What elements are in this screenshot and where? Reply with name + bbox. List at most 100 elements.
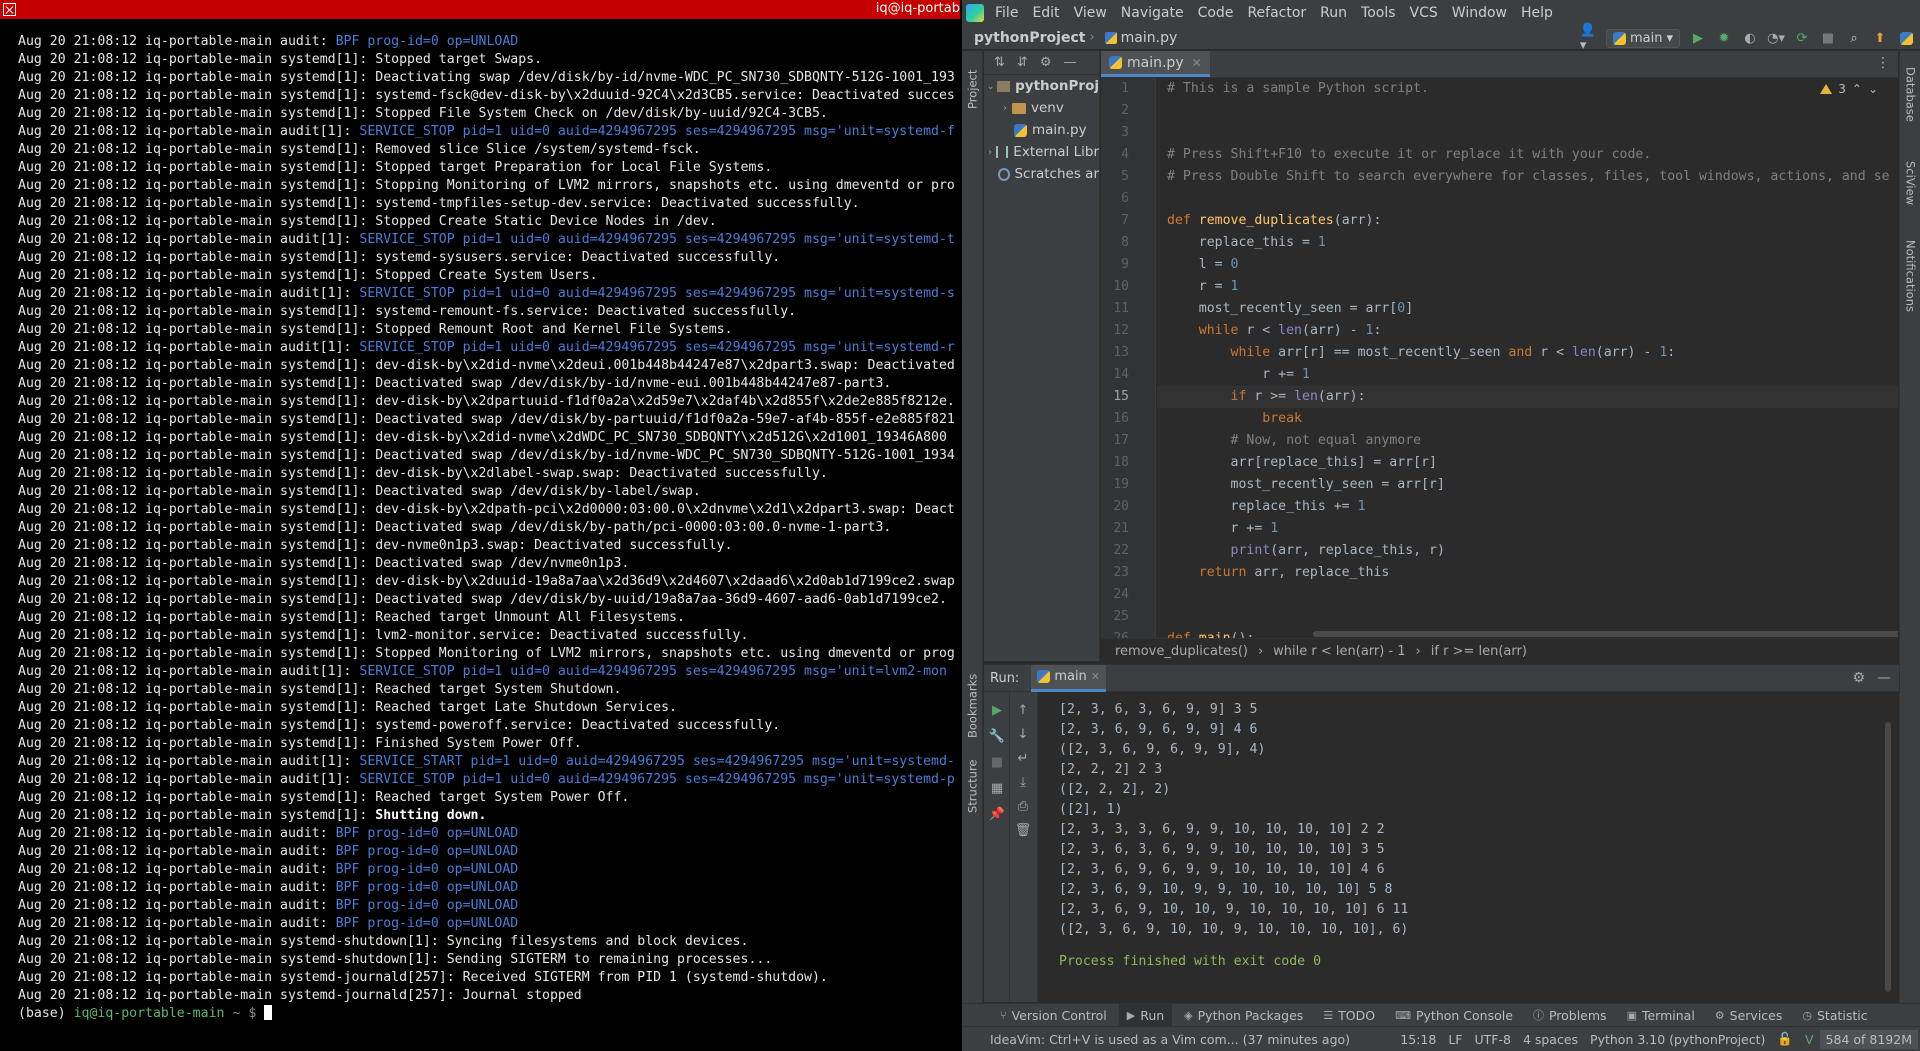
code-line[interactable]: while arr[r] == most_recently_seen and r… — [1157, 342, 1898, 364]
menu-item-tools[interactable]: Tools — [1354, 5, 1403, 21]
breadcrumb-item[interactable]: while r < len(arr) - 1 — [1273, 644, 1405, 659]
menu-item-help[interactable]: Help — [1514, 5, 1560, 21]
search-icon[interactable]: ⌕ — [1846, 30, 1862, 46]
file-encoding[interactable]: UTF-8 — [1468, 1032, 1516, 1047]
menu-item-file[interactable]: File — [988, 5, 1025, 21]
line-number[interactable]: 23 — [1101, 562, 1155, 584]
stripe-tab-sciview[interactable]: SciView — [1901, 146, 1920, 221]
line-number[interactable]: 7 — [1101, 210, 1155, 232]
code-line[interactable]: replace_this += 1 — [1157, 496, 1898, 518]
tree-root[interactable]: ⌄ pythonProj — [984, 75, 1099, 97]
code-line[interactable]: break — [1157, 408, 1898, 430]
code-line[interactable] — [1157, 122, 1898, 144]
code-line[interactable]: def remove_duplicates(arr): — [1157, 210, 1898, 232]
terminal-prompt[interactable]: (base) iq@iq-portable-main ~ $ — [18, 1005, 960, 1023]
code-line[interactable] — [1157, 606, 1898, 628]
debug-icon[interactable]: ✹ — [1716, 30, 1732, 46]
scroll-to-end-icon[interactable]: ⤓ — [1015, 774, 1031, 790]
run-icon[interactable]: ▶ — [1690, 30, 1706, 46]
layout-icon[interactable]: ▦ — [989, 780, 1005, 796]
code-line[interactable]: # Press Double Shift to search everywher… — [1157, 166, 1898, 188]
line-number[interactable]: 17 — [1101, 430, 1155, 452]
close-icon[interactable]: ✕ — [1192, 56, 1202, 70]
line-number[interactable]: 12 — [1101, 320, 1155, 342]
ide-window[interactable]: File Edit View Navigate Code Refactor Run Tools… — [962, 0, 1920, 1051]
run-console[interactable]: [2, 3, 6, 3, 6, 9, 9] 3 5 [2, 3, 6, 9, 6,… — [1039, 692, 1899, 1002]
user-icon[interactable]: 👤▾ — [1580, 23, 1596, 53]
line-number[interactable]: 16 — [1101, 408, 1155, 430]
line-number[interactable]: 21 — [1101, 518, 1155, 540]
tool-tab-run[interactable]: ▶ Run — [1118, 1004, 1173, 1026]
line-number[interactable]: 3 — [1101, 122, 1155, 144]
tree-item-external-libs[interactable]: › External Libr — [984, 141, 1099, 163]
indent-setting[interactable]: 4 spaces — [1517, 1032, 1584, 1047]
terminal-output[interactable]: Aug 20 21:08:12 iq-portable-main audit: … — [18, 33, 960, 1023]
menu-item-refactor[interactable]: Refactor — [1240, 5, 1313, 21]
line-number[interactable]: 11 — [1101, 298, 1155, 320]
menu-item-view[interactable]: View — [1067, 5, 1114, 21]
menu-item-code[interactable]: Code — [1191, 5, 1241, 21]
chevron-up-icon[interactable]: ⌃ — [1852, 82, 1862, 96]
code-line[interactable]: if r >= len(arr): — [1157, 386, 1898, 408]
gear-icon[interactable]: ⚙ — [1040, 55, 1052, 70]
line-number[interactable]: 4 — [1101, 144, 1155, 166]
code-line[interactable]: replace_this = 1 — [1157, 232, 1898, 254]
menu-item-edit[interactable]: Edit — [1025, 5, 1066, 21]
jetbrains-icon[interactable] — [1898, 30, 1914, 46]
line-number[interactable]: 1 — [1101, 78, 1155, 100]
code-line[interactable]: while r < len(arr) - 1: — [1157, 320, 1898, 342]
tool-tab-terminal[interactable]: ▣ Terminal — [1619, 1004, 1703, 1026]
rerun-icon[interactable]: ▶ — [989, 702, 1005, 718]
line-number[interactable]: 14 — [1101, 364, 1155, 386]
code-line[interactable]: most_recently_seen = arr[r] — [1157, 474, 1898, 496]
coverage-icon[interactable]: ◐ — [1742, 30, 1758, 46]
horizontal-scrollbar[interactable] — [1313, 631, 1898, 637]
line-number[interactable]: 6 — [1101, 188, 1155, 210]
tool-tab-version-control[interactable]: ⑂ Version Control — [992, 1004, 1115, 1026]
minimize-icon[interactable]: — — [1063, 55, 1076, 70]
minimize-icon[interactable]: — — [1877, 670, 1891, 686]
line-number[interactable]: 24 — [1101, 584, 1155, 606]
tool-tab-todo[interactable]: ☰ TODO — [1315, 1004, 1383, 1026]
code-line[interactable]: return arr, replace_this — [1157, 562, 1898, 584]
code-line[interactable]: r += 1 — [1157, 518, 1898, 540]
menu-item-window[interactable]: Window — [1445, 5, 1514, 21]
tool-tab-problems[interactable]: ⓘ Problems — [1525, 1004, 1615, 1026]
print-icon[interactable]: ⎙ — [1015, 798, 1031, 814]
line-number[interactable]: 20 — [1101, 496, 1155, 518]
code-line[interactable]: arr[replace_this] = arr[r] — [1157, 452, 1898, 474]
status-message[interactable]: IdeaVim: Ctrl+V is used as a Vim com... … — [962, 1032, 1394, 1047]
collapse-icon[interactable]: ⇵ — [1017, 55, 1028, 70]
project-panel[interactable]: ⇅ ⇵ ⚙ — ⌄ pythonProj › venv main.py › Ex… — [984, 51, 1100, 661]
menu-item-navigate[interactable]: Navigate — [1114, 5, 1191, 21]
wrench-icon[interactable]: 🔧 — [989, 728, 1005, 744]
line-number[interactable]: 25 — [1101, 606, 1155, 628]
update-icon[interactable]: ⬆ — [1872, 30, 1888, 46]
stop-icon[interactable]: ■ — [1820, 30, 1836, 46]
gear-icon[interactable]: ⚙ — [1852, 670, 1865, 686]
code-line[interactable]: print(arr, replace_this, r) — [1157, 540, 1898, 562]
line-separator[interactable]: LF — [1442, 1032, 1468, 1047]
inspection-widget[interactable]: 3 ⌃ ⌄ — [1820, 82, 1878, 96]
code-line[interactable]: r += 1 — [1157, 364, 1898, 386]
terminal-titlebar[interactable]: iq@iq-portab — [0, 0, 960, 19]
menu-item-vcs[interactable]: VCS — [1403, 5, 1445, 21]
code-line[interactable] — [1157, 188, 1898, 210]
tree-item-venv[interactable]: › venv — [984, 97, 1099, 119]
breadcrumb-item[interactable]: if r >= len(arr) — [1431, 644, 1527, 659]
stripe-tab-structure[interactable]: Structure — [963, 751, 982, 821]
line-number[interactable]: 2 — [1101, 100, 1155, 122]
code-area[interactable]: # This is a sample Python script. # Press… — [1157, 78, 1898, 638]
code-line[interactable] — [1157, 100, 1898, 122]
tool-tab-python-packages[interactable]: ◈ Python Packages — [1176, 1004, 1311, 1026]
line-number[interactable]: 19 — [1101, 474, 1155, 496]
stripe-tab-project[interactable]: Project — [963, 59, 982, 119]
arrow-down-icon[interactable]: ↓ — [1015, 726, 1031, 742]
pin-icon[interactable]: 📌 — [989, 806, 1005, 822]
vertical-scrollbar[interactable] — [1885, 722, 1891, 992]
terminal-window[interactable]: iq@iq-portab Aug 20 21:08:12 iq-portable… — [0, 0, 960, 1051]
code-line[interactable]: l = 0 — [1157, 254, 1898, 276]
tool-tab-statistic[interactable]: ◷ Statistic — [1794, 1004, 1875, 1026]
arrow-up-icon[interactable]: ↑ — [1015, 702, 1031, 718]
stripe-tab-notifications[interactable]: Notifications — [1901, 231, 1920, 321]
